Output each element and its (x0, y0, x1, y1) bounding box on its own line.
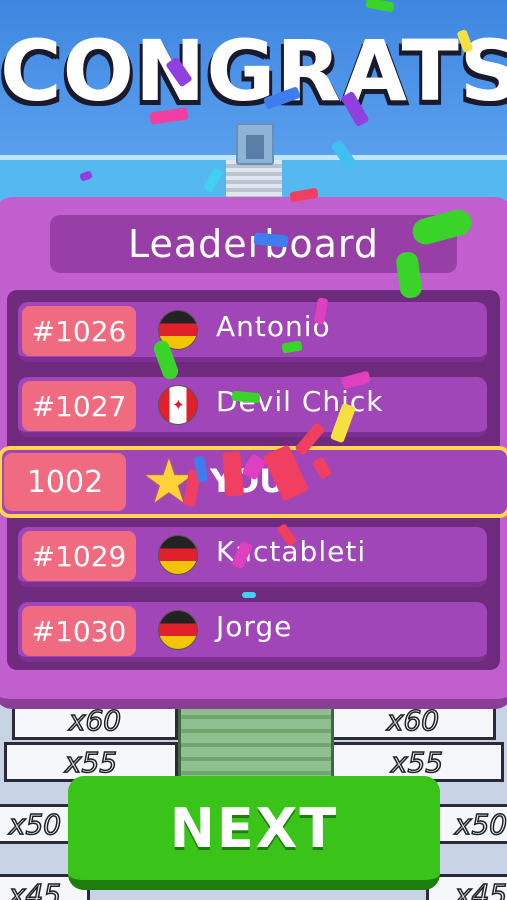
runway (226, 160, 282, 200)
rank-badge: #1027 (22, 381, 136, 431)
germany-flag-icon (158, 610, 198, 650)
germany-flag-icon (158, 535, 198, 575)
canada-flag-icon: ✦ (158, 385, 198, 425)
leaderboard-row: #1029 Kactableti (18, 527, 487, 587)
leaderboard-row: #1030 Jorge (18, 602, 487, 662)
rank-badge: #1026 (22, 306, 136, 356)
player-rank-badge: 1002 (4, 453, 126, 511)
money-stack (178, 705, 334, 785)
leaderboard-row: #1027 ✦ Devil Chick (18, 377, 487, 437)
game-scene: CONGRATS x60 x60 x55 x55 x50 x50 x45 x45… (0, 0, 507, 900)
confetti-piece (242, 592, 256, 598)
leaderboard-row: #1026 Antonio (18, 302, 487, 362)
next-button-label: NEXT (169, 796, 339, 860)
confetti-piece (222, 451, 244, 497)
next-button[interactable]: NEXT (68, 776, 440, 890)
finish-tower (236, 123, 274, 165)
player-name: Jorge (216, 610, 293, 643)
player-name: Antonio (216, 310, 331, 343)
congrats-banner: CONGRATS (0, 22, 507, 120)
rank-badge: #1029 (22, 531, 136, 581)
rank-badge: #1030 (22, 606, 136, 656)
